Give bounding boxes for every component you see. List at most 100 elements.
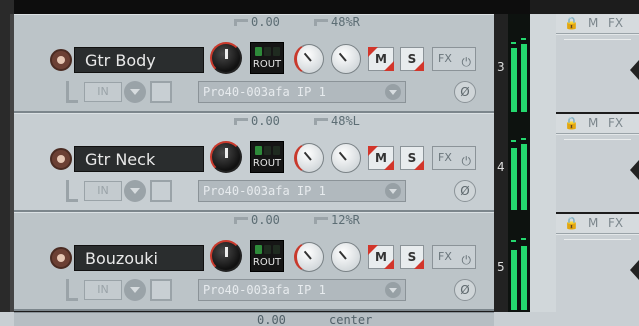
route-button[interactable]: ROUT (250, 42, 284, 74)
record-mode-button[interactable] (124, 180, 146, 202)
lane-envelope[interactable] (556, 134, 639, 212)
lane-collapse-icon[interactable] (630, 60, 639, 80)
track-row[interactable]: 0.00 48%L Gtr Neck ROUT M S FX ⏻ IN Pro40… (14, 113, 494, 212)
solo-button[interactable]: S (400, 245, 424, 269)
meter-right (521, 144, 527, 210)
solo-button[interactable]: S (400, 47, 424, 71)
lane-fx-button[interactable]: FX (608, 216, 623, 230)
phase-invert-button[interactable]: Ø (454, 81, 476, 103)
meter-peak (511, 42, 516, 44)
meter-right (521, 44, 527, 112)
volume-readout: 0.00 (234, 213, 280, 227)
record-monitor-button[interactable] (150, 81, 172, 103)
width-knob[interactable] (331, 143, 361, 173)
next-track-partial: 0.00 center (0, 312, 639, 326)
next-track-strip[interactable]: 0.00 center (14, 312, 494, 326)
meter-peak (511, 140, 516, 142)
pan-readout: center (329, 313, 373, 326)
input-select[interactable]: Pro40-003afa IP 1 (198, 81, 406, 103)
lane-mute-button[interactable]: M (588, 116, 598, 130)
record-monitor-button[interactable] (150, 279, 172, 301)
input-monitor-button[interactable]: IN (84, 82, 122, 102)
meter-peak (521, 138, 526, 140)
fx-button[interactable]: FX ⏻ (432, 47, 476, 71)
pan-readout: 12%R (314, 213, 360, 227)
lock-icon[interactable]: 🔒 (564, 16, 579, 30)
pan-readout: 48%R (314, 15, 360, 29)
phase-invert-button[interactable]: Ø (454, 180, 476, 202)
volume-knob[interactable] (210, 42, 242, 74)
input-select[interactable]: Pro40-003afa IP 1 (198, 279, 406, 301)
mute-button[interactable]: M (368, 245, 394, 269)
phase-invert-button[interactable]: Ø (454, 279, 476, 301)
pan-readout: 48%L (314, 114, 360, 128)
lock-icon[interactable]: 🔒 (564, 116, 579, 130)
lock-icon[interactable]: 🔒 (564, 216, 579, 230)
lane-collapse-icon[interactable] (630, 260, 639, 280)
lane-mute-button[interactable]: M (588, 216, 598, 230)
volume-knob[interactable] (210, 240, 242, 272)
meter-left (511, 48, 517, 112)
chevron-down-icon (385, 282, 401, 298)
input-monitor-button[interactable]: IN (84, 181, 122, 201)
pan-knob[interactable] (294, 44, 324, 74)
pan-knob[interactable] (294, 143, 324, 173)
volume-readout: 0.00 (257, 313, 286, 326)
input-select[interactable]: Pro40-003afa IP 1 (198, 180, 406, 202)
lane-envelope[interactable] (556, 34, 639, 112)
track-name-field[interactable]: Gtr Body (74, 47, 204, 73)
lane-header: 🔒 M FX (556, 114, 639, 134)
lane-header: 🔒 M FX (556, 14, 639, 34)
fx-button[interactable]: FX ⏻ (432, 245, 476, 269)
fx-bypass-icon[interactable]: ⏻ (462, 51, 472, 73)
lane-header: 🔒 M FX (556, 214, 639, 234)
solo-button[interactable]: S (400, 146, 424, 170)
meter-peak (511, 240, 516, 242)
meter-peak (521, 238, 526, 240)
track-name-field[interactable]: Gtr Neck (74, 146, 204, 172)
lane-mute-button[interactable]: M (588, 16, 598, 30)
volume-readout: 0.00 (234, 15, 280, 29)
meter-right (521, 246, 527, 310)
track-number: 3 (497, 60, 505, 74)
fx-bypass-icon[interactable]: ⏻ (462, 249, 472, 271)
record-mode-button[interactable] (124, 81, 146, 103)
chevron-down-icon (385, 84, 401, 100)
input-monitor-button[interactable]: IN (84, 280, 122, 300)
route-button[interactable]: ROUT (250, 141, 284, 173)
track-row[interactable]: 0.00 12%R Bouzouki ROUT M S FX ⏻ IN Pro40… (14, 212, 494, 311)
chevron-down-icon (385, 183, 401, 199)
record-arm-button[interactable] (50, 49, 72, 71)
width-knob[interactable] (331, 44, 361, 74)
input-arrow-icon (66, 279, 78, 301)
route-button[interactable]: ROUT (250, 240, 284, 272)
track-row[interactable]: 0.00 48%R Gtr Body ROUT M S FX ⏻ IN Pro40… (14, 14, 494, 113)
record-monitor-button[interactable] (150, 180, 172, 202)
track-name-field[interactable]: Bouzouki (74, 245, 204, 271)
track-number: 4 (497, 160, 505, 174)
track-number: 5 (497, 260, 505, 274)
mute-button[interactable]: M (368, 146, 394, 170)
io-controls: IN (66, 81, 196, 103)
meter-left (511, 148, 517, 210)
left-border (0, 0, 14, 326)
lane-fx-button[interactable]: FX (608, 16, 623, 30)
meter-left (511, 250, 517, 310)
fx-button[interactable]: FX ⏻ (432, 146, 476, 170)
record-arm-button[interactable] (50, 148, 72, 170)
record-arm-button[interactable] (50, 247, 72, 269)
record-mode-button[interactable] (124, 279, 146, 301)
pan-knob[interactable] (294, 242, 324, 272)
mute-button[interactable]: M (368, 47, 394, 71)
fx-bypass-icon[interactable]: ⏻ (462, 150, 472, 172)
input-arrow-icon (66, 81, 78, 103)
lane-collapse-icon[interactable] (630, 160, 639, 180)
track-list: 0.00 48%R Gtr Body ROUT M S FX ⏻ IN Pro40… (14, 14, 494, 311)
volume-knob[interactable] (210, 141, 242, 173)
lane-envelope[interactable] (556, 234, 639, 312)
width-knob[interactable] (331, 242, 361, 272)
lane-fx-button[interactable]: FX (608, 116, 623, 130)
io-controls: IN (66, 180, 196, 202)
arrange-gutter (530, 14, 556, 312)
meter-column (508, 14, 530, 312)
